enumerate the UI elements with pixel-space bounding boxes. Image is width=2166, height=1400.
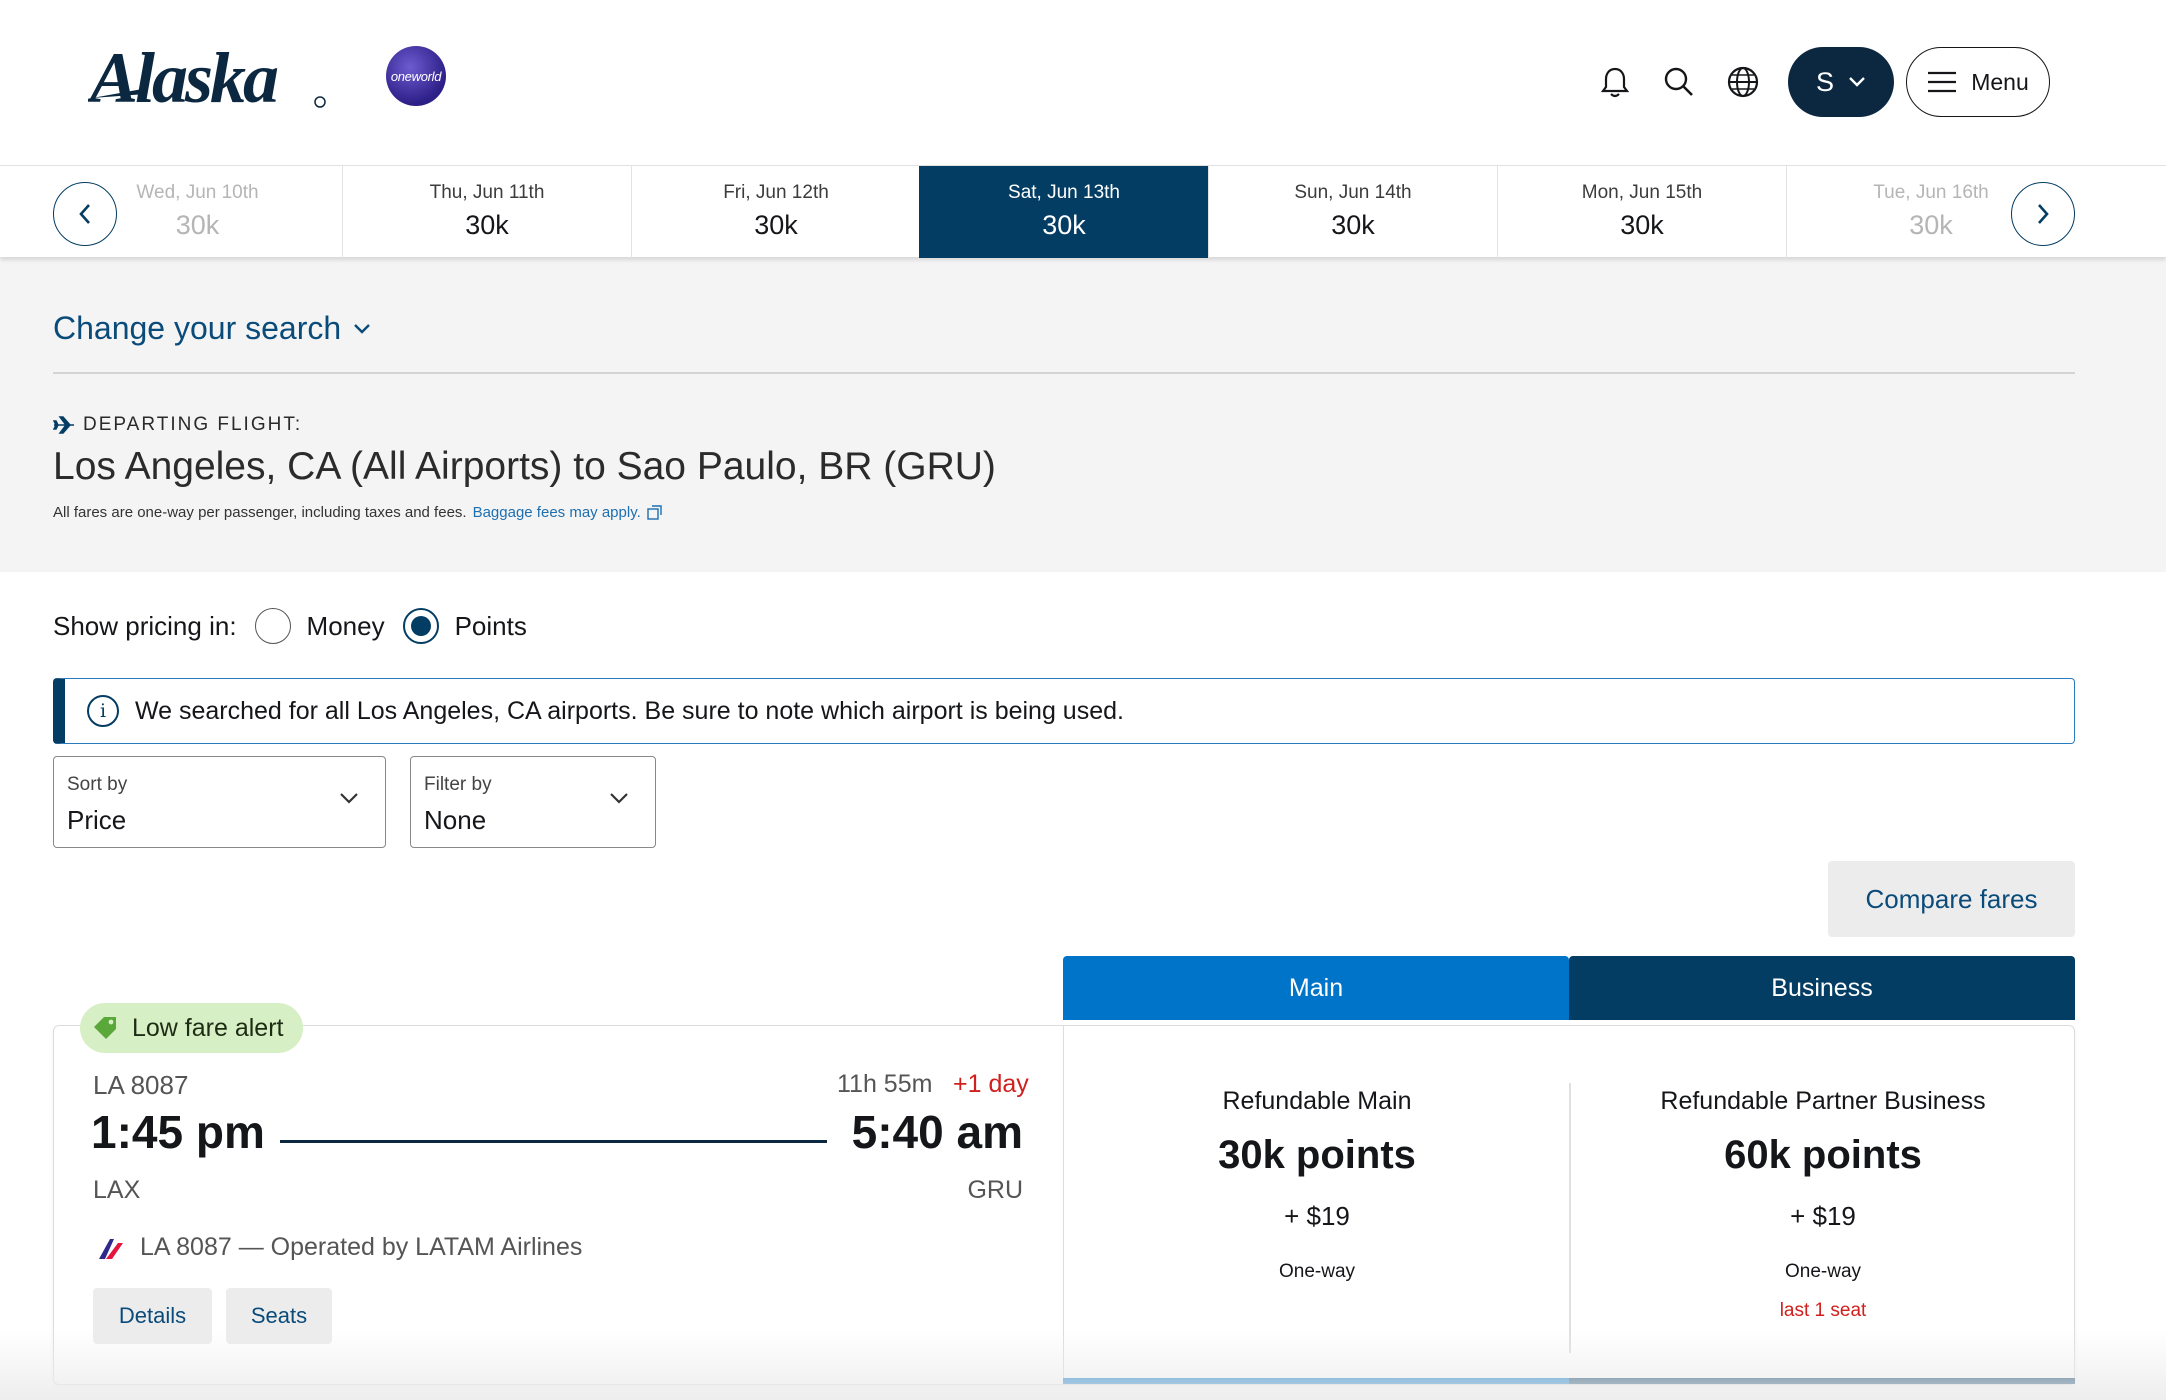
latam-logo-icon [99, 1238, 123, 1259]
fare-points: 30k points [1218, 1133, 1416, 1177]
date-option[interactable]: Mon, Jun 15th 30k [1497, 166, 1786, 258]
day-offset: +1 day [953, 1070, 1029, 1098]
user-initial: S [1815, 66, 1834, 97]
business-fare-tab[interactable]: Business [1569, 956, 2075, 1020]
refundable-business-fare[interactable]: Refundable Partner Business 60k points +… [1570, 1025, 2076, 1385]
menu-button[interactable]: Menu [1906, 47, 2050, 117]
main-fare-bar [1063, 1378, 1569, 1384]
chevron-down-icon [340, 793, 358, 804]
arrival-airport: GRU [967, 1176, 1023, 1204]
fare-points: 60k points [1724, 1133, 1922, 1177]
filter-value: None [424, 805, 487, 835]
chevron-down-icon [354, 323, 371, 334]
date-option[interactable]: Fri, Jun 12th 30k [631, 166, 920, 258]
money-option-label[interactable]: Money [307, 611, 385, 642]
baggage-fees-link[interactable]: Baggage fees may apply. [473, 504, 641, 521]
hamburger-icon [1928, 71, 1957, 93]
arrival-time: 5:40 am [851, 1106, 1023, 1158]
chevron-right-icon [2038, 204, 2049, 224]
date-label: Sat, Jun 13th [1008, 182, 1120, 203]
search-icon[interactable] [1659, 62, 1699, 102]
fare-trip-type: One-way [1784, 1261, 1862, 1282]
next-dates-button[interactable] [2011, 182, 2075, 246]
sort-dropdown[interactable]: Sort by Price [53, 756, 386, 848]
sort-label: Sort by [67, 774, 128, 795]
menu-label: Menu [1971, 68, 2029, 95]
oneworld-logo: oneworld [386, 46, 446, 106]
date-label: Sun, Jun 14th [1294, 182, 1412, 203]
pricing-toggle: Show pricing in: Money Points [53, 608, 527, 644]
date-price: 30k [1331, 210, 1375, 240]
fare-note: All fares are one-way per passenger, inc… [53, 504, 662, 521]
departing-flight-label: DEPARTING FLIGHT: [53, 414, 302, 436]
date-label: Thu, Jun 11th [429, 182, 545, 203]
date-price: 30k [465, 210, 509, 240]
fare-options: Refundable Main 30k points + $19 One-way… [1063, 1025, 2075, 1385]
chevron-down-icon [1849, 77, 1865, 87]
external-link-icon [647, 505, 662, 520]
flight-number: LA 8087 [93, 1070, 189, 1100]
alaska-logo[interactable]: Alaska [86, 36, 333, 118]
globe-icon[interactable] [1723, 62, 1763, 102]
change-search-toggle[interactable]: Change your search [53, 310, 371, 347]
business-fare-bar [1569, 1378, 2075, 1384]
refundable-main-fare[interactable]: Refundable Main 30k points + $19 One-way [1064, 1025, 1570, 1385]
seats-remaining: last 1 seat [1779, 1300, 1867, 1321]
route-title: Los Angeles, CA (All Airports) to Sao Pa… [53, 445, 996, 488]
fare-name: Refundable Main [1222, 1087, 1412, 1115]
points-radio[interactable] [402, 608, 439, 644]
compare-fares-button[interactable]: Compare fares [1828, 861, 2075, 937]
fare-note-text: All fares are one-way per passenger, inc… [53, 504, 467, 521]
info-banner-text: We searched for all Los Angeles, CA airp… [135, 696, 1124, 725]
previous-dates-button[interactable] [53, 182, 117, 246]
pricing-label: Show pricing in: [53, 610, 237, 641]
fare-trip-type: One-way [1278, 1261, 1356, 1282]
departing-label-text: DEPARTING FLIGHT: [83, 414, 303, 435]
date-label: Mon, Jun 15th [1581, 182, 1703, 203]
chevron-left-icon [79, 204, 90, 224]
departure-time: 1:45 pm [91, 1106, 265, 1158]
svg-text:Alaska: Alaska [88, 38, 278, 116]
fare-name: Refundable Partner Business [1660, 1087, 1986, 1115]
main-fare-tab[interactable]: Main [1063, 956, 1569, 1020]
filter-label: Filter by [424, 774, 492, 795]
date-option[interactable]: Sun, Jun 14th 30k [1208, 166, 1497, 258]
low-fare-label: Low fare alert [132, 1013, 284, 1042]
operated-by: LA 8087 — Operated by LATAM Airlines [96, 1233, 582, 1262]
date-price: 30k [1620, 210, 1664, 240]
site-header: Alaska oneworld S Menu [0, 0, 2166, 165]
points-option-label[interactable]: Points [455, 611, 527, 642]
details-button[interactable]: Details [93, 1288, 212, 1344]
fare-taxes: + $19 [1790, 1201, 1856, 1231]
airport-info-banner: i We searched for all Los Angeles, CA ai… [53, 678, 2075, 744]
search-summary-area [0, 257, 2166, 572]
date-price: 30k [754, 210, 798, 240]
chevron-down-icon [610, 793, 628, 804]
date-price: 30k [1042, 210, 1086, 240]
operated-by-text: LA 8087 — Operated by LATAM Airlines [140, 1233, 583, 1261]
airplane-icon [53, 416, 74, 434]
date-option-selected[interactable]: Sat, Jun 13th 30k [919, 166, 1208, 258]
info-icon: i [87, 695, 119, 727]
bell-icon[interactable] [1595, 62, 1635, 102]
money-radio[interactable] [254, 608, 291, 644]
date-selector: Wed, Jun 10th 30k Thu, Jun 11th 30k Fri,… [0, 165, 2166, 258]
divider [53, 372, 2075, 374]
date-option[interactable]: Thu, Jun 11th 30k [342, 166, 631, 258]
seats-button[interactable]: Seats [226, 1288, 332, 1344]
tag-icon [94, 1017, 116, 1039]
date-label: Fri, Jun 12th [723, 182, 829, 203]
departure-airport: LAX [93, 1176, 141, 1204]
filter-dropdown[interactable]: Filter by None [410, 756, 656, 848]
sort-value: Price [67, 805, 127, 835]
flight-duration: 11h 55m [837, 1070, 933, 1098]
fare-taxes: + $19 [1284, 1201, 1350, 1231]
flight-path-line [280, 1140, 827, 1143]
user-account-button[interactable]: S [1788, 47, 1894, 117]
low-fare-badge: Low fare alert [80, 1003, 304, 1053]
change-search-label: Change your search [53, 310, 342, 346]
